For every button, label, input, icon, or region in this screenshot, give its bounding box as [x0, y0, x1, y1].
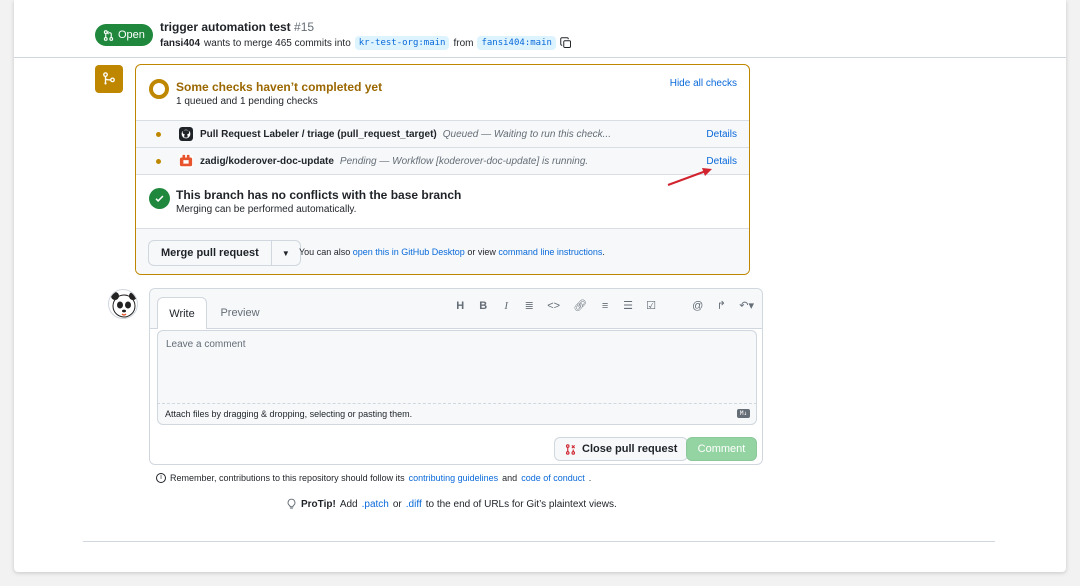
patch-link[interactable]: .patch — [362, 499, 389, 510]
pending-dot-icon — [156, 158, 161, 164]
diff-link[interactable]: .diff — [406, 499, 422, 510]
markdown-icon[interactable]: M↓ — [737, 409, 750, 418]
pr-meta: fansi404 wants to merge 465 commits into… — [160, 36, 572, 50]
comment-form: Write Preview H B I ≣ <> 🔗︎ ≡ ☰ ☑ @ ↱ ↶▾… — [149, 288, 763, 465]
panda-avatar-icon — [111, 292, 137, 318]
check-details-link[interactable]: Details — [706, 129, 737, 140]
comment-button[interactable]: Comment — [686, 437, 757, 461]
check-name: Pull Request Labeler / triage (pull_requ… — [200, 128, 437, 140]
reference-icon[interactable]: ↱ — [716, 299, 726, 312]
close-pull-request-label: Close pull request — [582, 443, 678, 455]
merge-text: wants to merge 465 commits into — [204, 37, 351, 49]
check-name: zadig/koderover-doc-update — [200, 155, 334, 167]
merge-status-icon — [95, 65, 123, 93]
copy-icon[interactable] — [560, 37, 572, 49]
italic-icon[interactable]: I — [501, 300, 511, 312]
period-text: . — [588, 473, 592, 483]
protip: ProTip! Add .patch or .diff to the end o… — [286, 498, 617, 510]
code-icon[interactable]: <> — [547, 300, 560, 312]
avatar[interactable] — [108, 289, 138, 319]
check-row: zadig/koderover-doc-update Pending — Wor… — [136, 147, 749, 174]
git-merge-icon — [103, 72, 115, 85]
checks-title: Some checks haven’t completed yet — [176, 80, 383, 94]
comment-tabs-bar: Write Preview H B I ≣ <> 🔗︎ ≡ ☰ ☑ @ ↱ ↶▾ — [150, 289, 762, 329]
undo-menu-icon[interactable]: ↶▾ — [739, 299, 754, 312]
footer-divider — [83, 541, 995, 542]
browser-window: Open trigger automation test #15 fansi40… — [14, 0, 1066, 572]
open-in-desktop-link[interactable]: open this in GitHub Desktop — [353, 247, 465, 257]
check-row: Pull Request Labeler / triage (pull_requ… — [136, 120, 749, 147]
check-details-link[interactable]: Details — [706, 156, 737, 167]
conflicts-title: This branch has no conflicts with the ba… — [176, 188, 462, 202]
pr-header: Open trigger automation test #15 fansi40… — [14, 0, 1066, 58]
merge-button-group: Merge pull request ▼ — [148, 240, 301, 266]
state-label: Open — [118, 29, 145, 41]
merge-footer: Merge pull request ▼ You can also open t… — [136, 228, 749, 274]
and-text: and — [502, 473, 518, 483]
lightbulb-icon — [287, 498, 296, 509]
markdown-toolbar: H B I ≣ <> 🔗︎ ≡ ☰ ☑ @ ↱ ↶▾ — [455, 299, 754, 313]
close-pull-request-button[interactable]: Close pull request — [554, 437, 689, 461]
merge-pull-request-button[interactable]: Merge pull request — [149, 241, 272, 265]
period-text: . — [602, 247, 605, 257]
no-conflicts-section: This branch has no conflicts with the ba… — [136, 174, 749, 229]
attach-files-bar[interactable]: Attach files by dragging & dropping, sel… — [157, 403, 757, 425]
task-list-icon[interactable]: ☑ — [646, 299, 656, 312]
checks-subtitle: 1 queued and 1 pending checks — [176, 96, 318, 107]
pr-number: #15 — [294, 20, 315, 34]
code-of-conduct-link[interactable]: code of conduct — [521, 473, 585, 483]
also-prefix: You can also — [299, 247, 351, 257]
pending-ring-icon — [149, 79, 169, 99]
mention-icon[interactable]: @ — [692, 300, 703, 312]
zadig-app-icon — [179, 154, 193, 168]
pr-title: trigger automation test #15 — [160, 20, 314, 34]
check-description: Pending — Workflow [koderover-doc-update… — [339, 155, 589, 167]
protip-suffix: to the end of URLs for Git’s plaintext v… — [425, 498, 617, 510]
ordered-list-icon[interactable]: ☰ — [623, 299, 633, 312]
bold-icon[interactable]: B — [478, 300, 488, 312]
checks-summary: Some checks haven’t completed yet 1 queu… — [136, 65, 749, 120]
open-state-badge: Open — [95, 24, 153, 46]
or-view-text: or view — [467, 247, 496, 257]
tab-preview[interactable]: Preview — [212, 297, 268, 329]
check-circle-icon — [149, 188, 170, 209]
close-pr-icon — [565, 443, 576, 455]
contribution-reminder: i Remember, contributions to this reposi… — [156, 473, 591, 483]
command-line-link[interactable]: command line instructions — [498, 247, 602, 257]
merge-alternatives-text: You can also open this in GitHub Desktop… — [299, 247, 605, 257]
info-icon: i — [156, 473, 166, 483]
comment-textarea[interactable]: Leave a comment — [157, 330, 757, 414]
tab-write[interactable]: Write — [157, 297, 207, 329]
pull-request-icon — [103, 29, 114, 41]
head-branch[interactable]: fansi404:main — [477, 36, 556, 50]
conflicts-subtitle: Merging can be performed automatically. — [176, 204, 357, 215]
quote-icon[interactable]: ≣ — [524, 299, 534, 312]
from-text: from — [453, 37, 474, 49]
check-description: Queued — Waiting to run this check... — [442, 128, 611, 140]
author-link[interactable]: fansi404 — [160, 38, 200, 49]
queued-dot-icon — [156, 131, 161, 137]
merge-options-caret-icon[interactable]: ▼ — [272, 241, 300, 265]
contributing-guidelines-link[interactable]: contributing guidelines — [409, 473, 499, 483]
remember-prefix: Remember, contributions to this reposito… — [170, 473, 405, 483]
protip-add: Add — [339, 498, 358, 510]
pr-title-text: trigger automation test — [160, 20, 291, 34]
hide-all-checks-link[interactable]: Hide all checks — [670, 78, 737, 89]
annotation-arrow-icon — [667, 168, 712, 186]
protip-or: or — [392, 498, 402, 510]
attach-files-text: Attach files by dragging & dropping, sel… — [165, 409, 413, 419]
unordered-list-icon[interactable]: ≡ — [600, 300, 610, 312]
heading-icon[interactable]: H — [455, 300, 465, 312]
link-icon[interactable]: 🔗︎ — [573, 299, 587, 312]
merge-box: Some checks haven’t completed yet 1 queu… — [135, 64, 750, 275]
github-app-icon — [179, 127, 193, 141]
base-branch[interactable]: kr-test-org:main — [354, 36, 450, 50]
protip-label: ProTip! — [301, 498, 336, 510]
